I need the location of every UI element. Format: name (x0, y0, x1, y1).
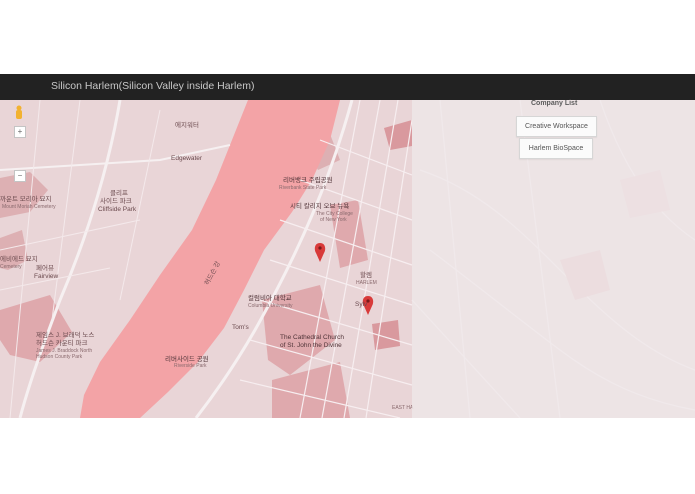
company-button-harlem-biospace[interactable]: Harlem BioSpace (519, 138, 593, 159)
label-riverbank-kr: 리버뱅크 주립공원 (283, 177, 333, 184)
label-ccny-kr: 시티 칼리지 오브 뉴욕 (290, 203, 350, 210)
app-title: Silicon Harlem(Silicon Valley inside Har… (51, 80, 255, 92)
label-east-harlem: EAST HA (392, 405, 414, 411)
zoom-in-button[interactable]: + (14, 126, 26, 138)
label-fairview: Fairview (34, 273, 59, 280)
label-riverbank: Riverbank State Park (279, 185, 327, 191)
label-cathedral: The Cathedral Church (280, 334, 344, 341)
label-cliffside-kr2: 사이드 파크 (100, 198, 132, 205)
label-sylvias: Sylv (355, 301, 368, 308)
label-james-park-kr: 제임스 J. 브래덕 노스 (36, 332, 95, 339)
zoom-out-button[interactable]: − (14, 170, 26, 182)
label-harlem: HARLEM (356, 280, 377, 286)
label-cliffside-kr1: 클리프 (110, 190, 128, 197)
label-edgewater: Edgewater (171, 155, 203, 162)
label-harlem-kr: 할렘 (360, 272, 372, 279)
label-cathedral2: of St. John the Divine (280, 342, 342, 349)
label-ridgefield: Cemetery (0, 264, 22, 270)
pegman-icon (16, 105, 22, 119)
label-cemetery: Mount Moriah Cemetery (2, 204, 56, 210)
label-james-park-kr2: 허드슨 카운티 파크 (36, 340, 88, 347)
app-header: Silicon Harlem(Silicon Valley inside Har… (0, 74, 695, 100)
label-james-park2: Hudson County Park (36, 354, 83, 360)
company-list-title: Company List (531, 100, 578, 107)
zoom-control: + − (14, 126, 26, 184)
map-marker-creative-workspace (314, 243, 326, 262)
label-fairview-kr: 페어뷰 (36, 265, 54, 272)
label-ridgefield-kr: 에비에드 묘지 (0, 256, 38, 263)
company-button-creative-workspace[interactable]: Creative Workspace (516, 116, 597, 137)
label-columbia-kr: 컬럼비아 대학교 (248, 295, 292, 302)
hudson-river (80, 100, 340, 418)
label-edgewater-kr: 에지워터 (175, 122, 199, 129)
label-columbia: Columbia University (248, 303, 293, 309)
label-cemetery-kr: 까운트 모리아 묘지 (0, 196, 52, 203)
label-toms: Tom's (232, 324, 249, 331)
label-cliffside: Cliffside Park (98, 206, 137, 213)
label-riverside-kr: 리버사이드 공원 (165, 356, 209, 363)
label-riverside: Riverside Park (174, 363, 207, 369)
label-ccny2: of New York (320, 217, 347, 223)
